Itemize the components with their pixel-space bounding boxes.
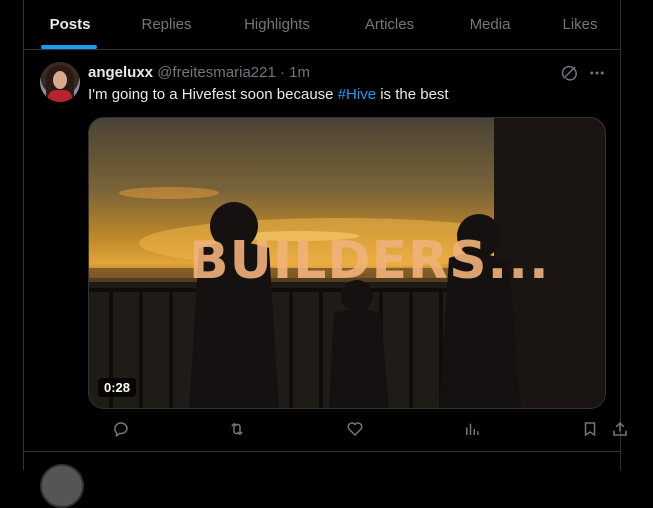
video-player[interactable]: BUILDERS... 0:28 [88, 117, 606, 409]
video-duration: 0:28 [98, 378, 137, 397]
profile-tabs: Posts Replies Highlights Articles Media … [24, 0, 620, 50]
display-name[interactable]: angeluxx [88, 64, 153, 81]
tab-replies[interactable]: Replies [116, 0, 217, 49]
like-icon[interactable] [346, 420, 368, 442]
video-overlay-text: BUILDERS... [189, 231, 550, 291]
tab-media[interactable]: Media [442, 0, 538, 49]
profile-timeline: Posts Replies Highlights Articles Media … [23, 0, 627, 508]
share-icon[interactable] [611, 420, 633, 442]
post-time[interactable]: 1m [289, 64, 310, 81]
views-icon[interactable] [463, 420, 485, 442]
next-post-avatar[interactable] [40, 464, 84, 508]
repost-icon[interactable] [228, 420, 250, 442]
grok-icon[interactable] [560, 64, 578, 87]
tab-highlights[interactable]: Highlights [217, 0, 337, 49]
reply-icon[interactable] [112, 420, 134, 442]
post-text: I'm going to a Hivefest soon because #Hi… [88, 86, 449, 103]
avatar[interactable] [40, 62, 80, 102]
bookmark-icon[interactable] [581, 420, 603, 442]
tab-posts[interactable]: Posts [24, 0, 116, 49]
tab-articles[interactable]: Articles [337, 0, 442, 49]
post[interactable]: angeluxx @freitesmaria221 · 1m I'm going… [24, 50, 627, 452]
more-options-icon[interactable] [588, 64, 606, 87]
user-handle[interactable]: @freitesmaria221 [157, 64, 276, 81]
separator: · [279, 64, 285, 81]
post-header: angeluxx @freitesmaria221 · 1m [88, 64, 310, 81]
active-tab-indicator [41, 45, 97, 49]
post-header-actions [560, 64, 606, 87]
hashtag-link[interactable]: #Hive [338, 86, 376, 103]
tab-likes[interactable]: Likes [538, 0, 622, 49]
post-actions [88, 420, 627, 444]
